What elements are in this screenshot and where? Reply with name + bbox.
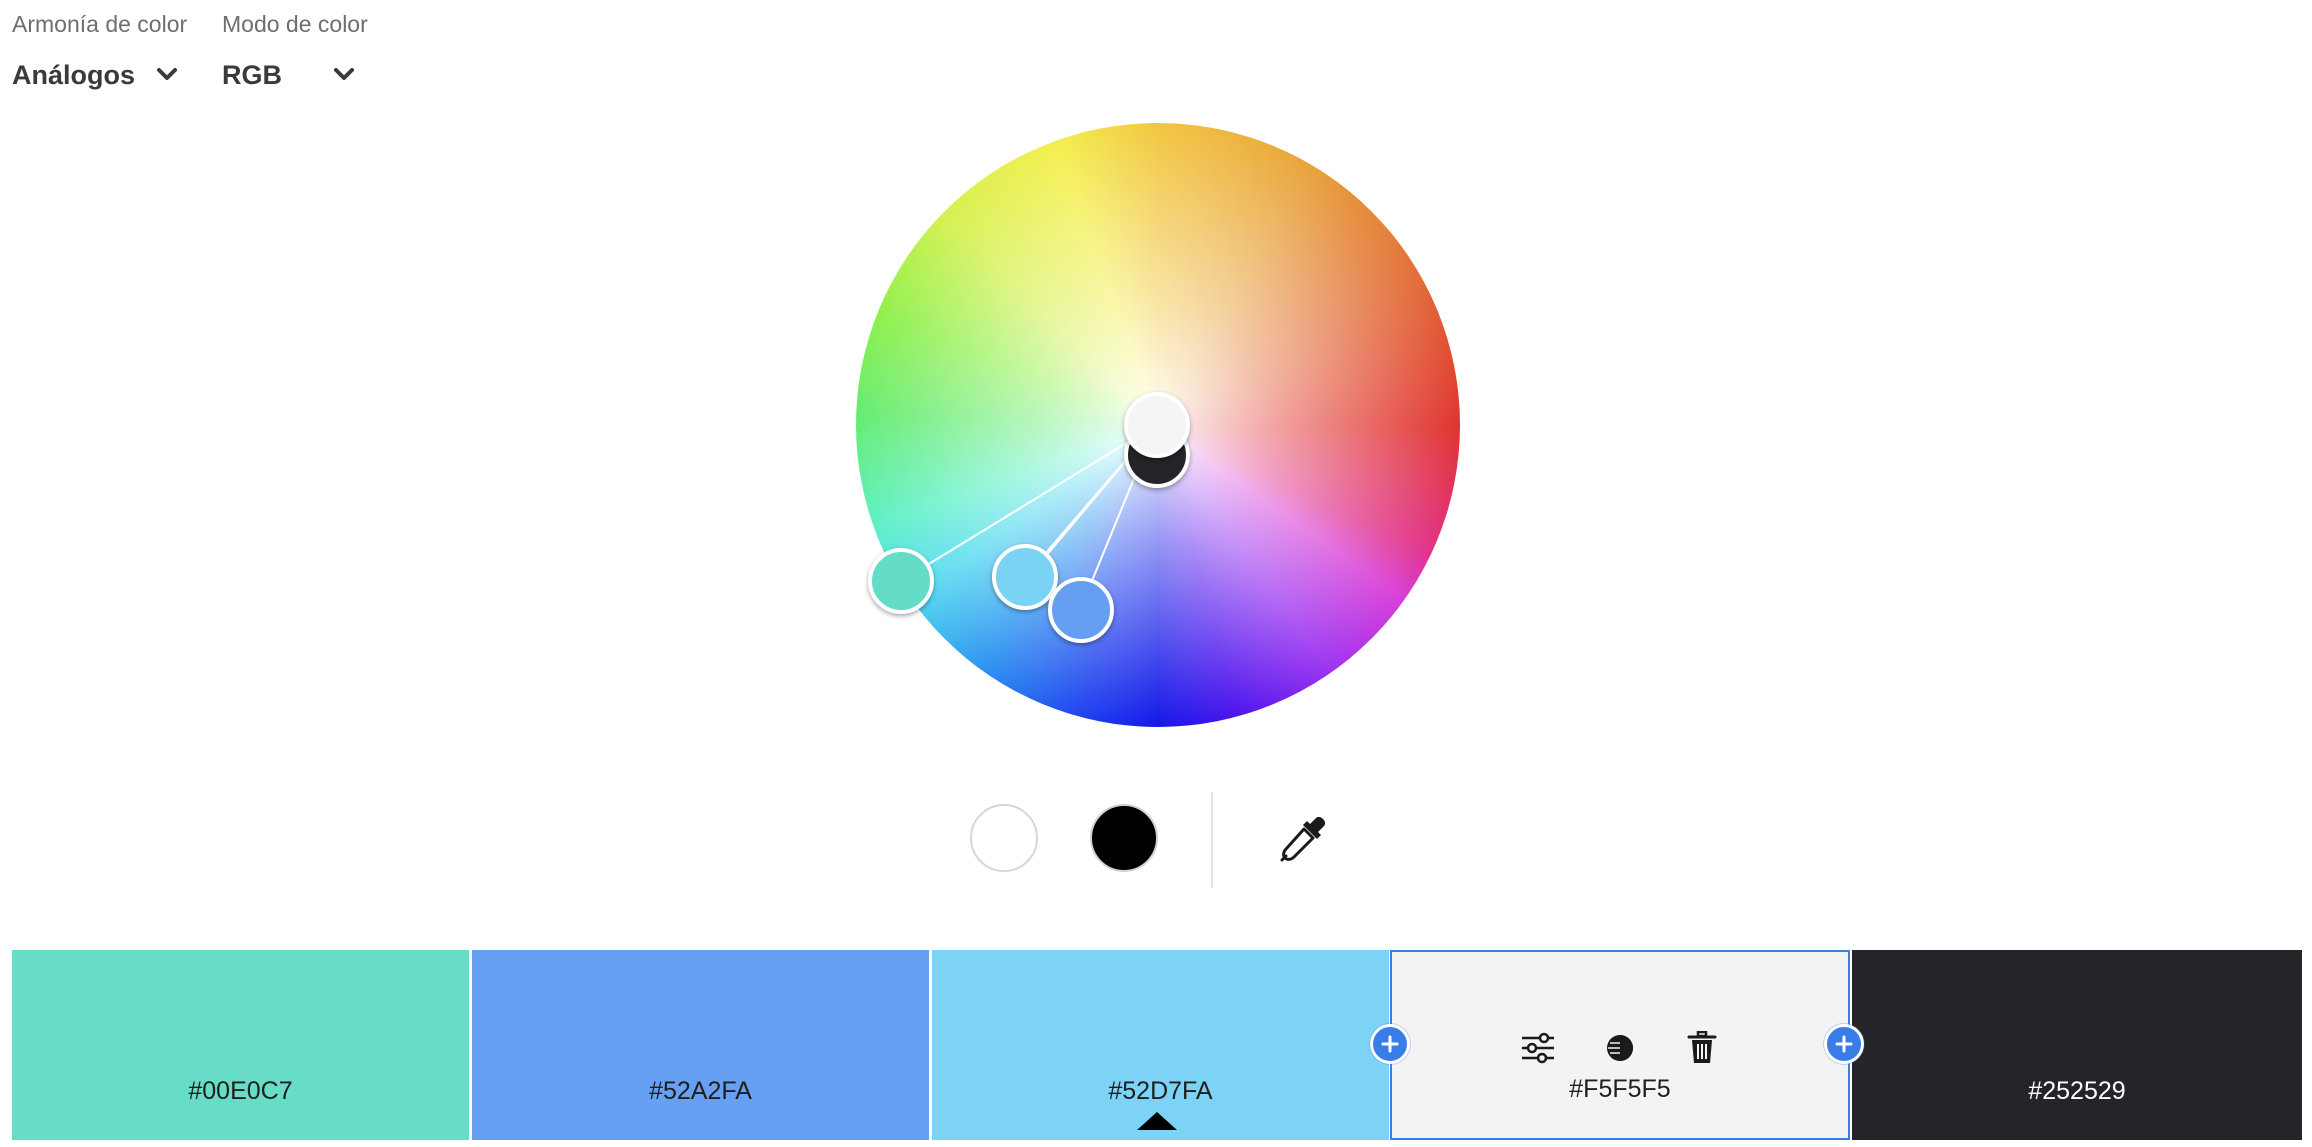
color-wheel-area <box>0 0 2312 740</box>
sliders-icon[interactable] <box>1518 1028 1558 1068</box>
eyedropper-icon[interactable] <box>1278 812 1330 864</box>
palette-swatch-5[interactable]: #252529 <box>1852 950 2302 1140</box>
plus-icon <box>1835 1035 1853 1053</box>
swatch-hex-label: #52D7FA <box>1108 1077 1213 1105</box>
swatch-hex-label: #252529 <box>2028 1077 2126 1105</box>
palette-swatch-4[interactable]: #F5F5F5 <box>1390 950 1850 1140</box>
contrast-icon[interactable] <box>1600 1028 1640 1068</box>
tool-divider <box>1211 792 1213 888</box>
swatch-hex-label: #F5F5F5 <box>1569 1075 1671 1103</box>
white-swatch-button[interactable] <box>970 804 1038 872</box>
swatch-hex-label: #52A2FA <box>649 1077 752 1105</box>
swatch-tools <box>1392 1028 1848 1068</box>
add-swatch-button-right[interactable] <box>1824 1024 1864 1064</box>
base-color-marker-icon <box>1137 1112 1177 1130</box>
swatch-hex-label: #00E0C7 <box>188 1077 293 1105</box>
black-swatch-button[interactable] <box>1090 804 1158 872</box>
plus-icon <box>1381 1035 1399 1053</box>
add-swatch-button-left[interactable] <box>1370 1024 1410 1064</box>
trash-icon[interactable] <box>1682 1028 1722 1068</box>
palette-swatch-2[interactable]: #52A2FA <box>472 950 929 1140</box>
color-handle-light[interactable] <box>1124 392 1190 458</box>
color-handle-light-blue[interactable] <box>992 544 1058 610</box>
color-handle-teal[interactable] <box>868 548 934 614</box>
palette-swatch-1[interactable]: #00E0C7 <box>12 950 469 1140</box>
color-handle-blue[interactable] <box>1048 577 1114 643</box>
